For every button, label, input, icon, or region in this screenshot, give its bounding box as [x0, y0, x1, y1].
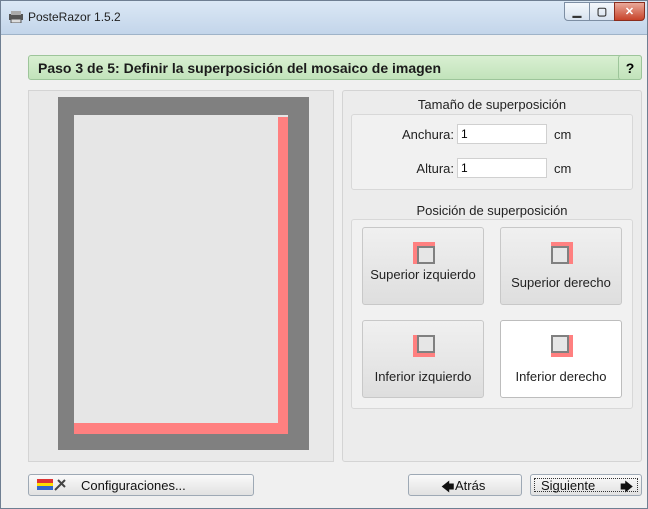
position-top-left-label: Superior izquierdo [370, 267, 476, 282]
position-bottom-right-button[interactable]: Inferior derecho [500, 320, 622, 398]
overlap-bottom-strip [74, 423, 288, 434]
overlap-position-title: Posición de superposición [416, 203, 568, 218]
position-bottom-right-label: Inferior derecho [515, 369, 607, 384]
position-bottom-left-button[interactable]: Inferior izquierdo [362, 320, 484, 398]
maximize-button[interactable]: ▢ [589, 2, 615, 21]
top-right-overlap-icon [551, 242, 573, 264]
overlap-right-strip [278, 117, 288, 434]
height-field[interactable] [457, 158, 547, 178]
top-left-overlap-icon [413, 242, 435, 264]
position-top-left-button[interactable]: Superior izquierdo [362, 227, 484, 305]
next-arrow-icon: 🡆 [620, 479, 634, 494]
language-flags-icon [37, 479, 53, 490]
height-label: Altura: [416, 161, 454, 176]
position-top-right-button[interactable]: Superior derecho [500, 227, 622, 305]
overlap-size-title: Tamaño de superposición [417, 97, 567, 112]
settings-label: Configuraciones... [81, 478, 186, 493]
maximize-icon: ▢ [596, 6, 608, 18]
poster-preview-paper [74, 115, 288, 434]
minimize-button[interactable]: ▁ [564, 2, 590, 21]
back-label: Atrás [455, 478, 486, 493]
window-title: PosteRazor 1.5.2 [28, 10, 121, 24]
step-title: Paso 3 de 5: Definir la superposición de… [38, 60, 442, 76]
help-button[interactable]: ? [618, 55, 642, 80]
minimize-icon: ▁ [572, 6, 582, 18]
close-icon: ✕ [624, 6, 635, 18]
close-button[interactable]: ✕ [614, 2, 645, 21]
app-icon [9, 11, 23, 23]
settings-button[interactable]: Configuraciones... [28, 474, 254, 496]
title-bar[interactable]: PosteRazor 1.5.2 ▁ ▢ ✕ [1, 1, 647, 35]
width-unit: cm [554, 127, 572, 142]
bottom-left-overlap-icon [413, 335, 435, 357]
step-header: Paso 3 de 5: Definir la superposición de… [28, 55, 642, 80]
position-top-right-label: Superior derecho [511, 275, 611, 290]
bottom-right-overlap-icon [551, 335, 573, 357]
back-arrow-icon: 🡄 [441, 479, 455, 494]
next-label: Siguiente [541, 478, 596, 493]
next-button[interactable]: Siguiente 🡆 [530, 474, 642, 496]
height-unit: cm [554, 161, 572, 176]
tools-icon [54, 479, 66, 491]
width-field[interactable] [457, 124, 547, 144]
width-label: Anchura: [401, 127, 454, 142]
position-bottom-left-label: Inferior izquierdo [374, 369, 472, 384]
back-button[interactable]: 🡄 Atrás [408, 474, 522, 496]
